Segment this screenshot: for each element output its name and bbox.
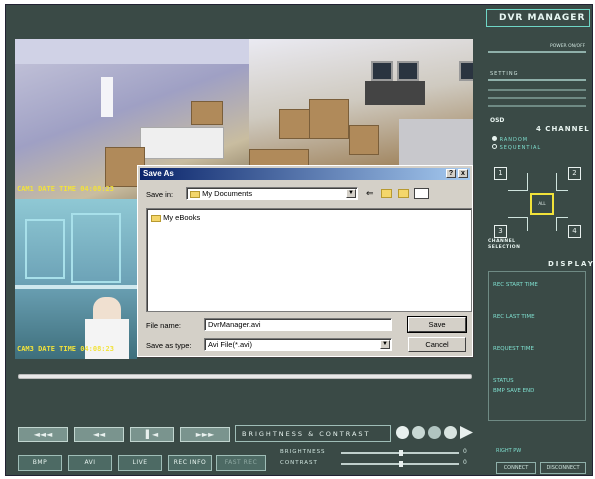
color-icon[interactable] bbox=[444, 426, 457, 439]
fast-rec-button[interactable]: FAST REC bbox=[216, 455, 266, 471]
help-button[interactable]: ? bbox=[446, 169, 456, 178]
dialog-titlebar[interactable]: Save As ? x bbox=[140, 168, 470, 180]
back-arrow-icon[interactable]: ⇐ bbox=[366, 188, 374, 199]
file-name-input[interactable]: DvrManager.avi bbox=[204, 318, 392, 331]
status-value: BMP SAVE END bbox=[493, 388, 535, 394]
playback-seek-bar[interactable] bbox=[18, 374, 472, 379]
save-button[interactable]: Save bbox=[407, 316, 467, 333]
dvr-manager-window: CAM1 DATE TIME 04:08:23 CAM3 DATE TIME 0… bbox=[5, 4, 593, 476]
save-as-type-select[interactable]: Avi File(*.avi) ▼ bbox=[204, 338, 392, 351]
right-panel: DVR MANAGER POWER ON/OFF SETTING OSD 4 C… bbox=[482, 5, 594, 477]
view-menu-icon[interactable] bbox=[414, 188, 429, 199]
save-as-type-value: Avi File(*.avi) bbox=[208, 340, 253, 349]
contrast-label: CONTRAST bbox=[280, 460, 318, 466]
display-title: DISPLAY bbox=[548, 260, 595, 268]
radio-dot-icon bbox=[492, 136, 497, 141]
up-folder-icon[interactable] bbox=[381, 189, 392, 198]
reset-icon[interactable] bbox=[460, 426, 473, 439]
chevron-down-icon[interactable]: ▼ bbox=[346, 189, 356, 198]
camera-3-timestamp: CAM3 DATE TIME 04:08:23 bbox=[17, 345, 114, 353]
app-title-box: DVR MANAGER bbox=[486, 9, 590, 27]
osd-line-2 bbox=[488, 97, 586, 99]
contrast-value: 0 bbox=[463, 459, 467, 466]
disconnect-button[interactable]: DISCONNECT bbox=[540, 462, 586, 474]
cancel-button[interactable]: Cancel bbox=[408, 337, 466, 352]
folder-item-label: My eBooks bbox=[163, 213, 201, 222]
connect-button[interactable]: CONNECT bbox=[496, 462, 536, 474]
dialog-title: Save As bbox=[143, 169, 174, 178]
channel-4-button[interactable]: 4 bbox=[568, 225, 581, 238]
rec-last-time-label: REC LAST TIME bbox=[493, 314, 535, 320]
power-label: POWER ON/OFF bbox=[550, 44, 586, 49]
brightness-contrast-header: BRIGHTNESS & CONTRAST bbox=[235, 425, 391, 442]
contrast-slider[interactable] bbox=[341, 461, 459, 467]
chevron-down-icon[interactable]: ▼ bbox=[380, 340, 390, 349]
grid-line bbox=[508, 217, 528, 231]
setting-label: SETTING bbox=[490, 71, 519, 77]
status-label: STATUS bbox=[493, 378, 514, 384]
save-in-value: My Documents bbox=[202, 189, 253, 198]
save-in-label: Save in: bbox=[146, 190, 174, 199]
save-as-dialog: Save As ? x Save in: My Documents ▼ ⇐ My… bbox=[137, 165, 473, 357]
contrast-knob[interactable] bbox=[399, 461, 403, 467]
radio-sequential-label: SEQUENTIAL bbox=[499, 145, 542, 151]
brightness-label: BRIGHTNESS bbox=[280, 449, 326, 455]
osd-line-1 bbox=[488, 89, 586, 91]
channel-all-button[interactable]: ALL bbox=[530, 193, 554, 215]
step-back-button[interactable]: ▌◄ bbox=[130, 427, 174, 442]
osd-line-3 bbox=[488, 105, 586, 107]
right-pw-label: RIGHT PW bbox=[496, 448, 522, 454]
avi-button[interactable]: AVI bbox=[68, 455, 112, 471]
channel-title: 4 CHANNEL bbox=[536, 125, 590, 133]
channel-1-button[interactable]: 1 bbox=[494, 167, 507, 180]
osd-label: OSD bbox=[490, 117, 505, 124]
save-as-type-label: Save as type: bbox=[146, 341, 192, 350]
brightness-value: 0 bbox=[463, 448, 467, 455]
power-toggle[interactable] bbox=[488, 51, 586, 53]
file-name-label: File name: bbox=[146, 321, 182, 330]
grid-line bbox=[556, 217, 568, 231]
close-button[interactable]: x bbox=[458, 169, 468, 178]
folder-icon bbox=[190, 190, 200, 198]
rec-start-time-label: REC START TIME bbox=[493, 282, 538, 288]
radio-sequential[interactable]: SEQUENTIAL bbox=[492, 144, 541, 151]
radio-random-label: RANDOM bbox=[499, 137, 529, 143]
channel-2-button[interactable]: 2 bbox=[568, 167, 581, 180]
brightness-knob[interactable] bbox=[399, 450, 403, 456]
new-folder-icon[interactable] bbox=[398, 189, 409, 198]
sun-icon[interactable] bbox=[396, 426, 409, 439]
display-info-panel: REC START TIME REC LAST TIME REQUEST TIM… bbox=[488, 271, 586, 421]
file-list[interactable]: My eBooks bbox=[146, 208, 472, 312]
folder-icon bbox=[151, 214, 161, 222]
setting-toggle[interactable] bbox=[488, 79, 586, 81]
brightness-slider[interactable] bbox=[341, 450, 459, 456]
grid-line bbox=[556, 173, 568, 191]
radio-random[interactable]: RANDOM bbox=[492, 136, 528, 143]
bmp-button[interactable]: BMP bbox=[18, 455, 62, 471]
rec-info-button[interactable]: REC INFO bbox=[168, 455, 212, 471]
app-title: DVR MANAGER bbox=[499, 13, 586, 23]
grid-line bbox=[508, 173, 528, 191]
channel-selection-label: CHANNEL SELECTION bbox=[488, 239, 521, 250]
rewind-button[interactable]: ◄◄ bbox=[74, 427, 124, 442]
fast-forward-button[interactable]: ►►► bbox=[180, 427, 230, 442]
rewind-fast-button[interactable]: ◄◄◄ bbox=[18, 427, 68, 442]
live-button[interactable]: LIVE bbox=[118, 455, 162, 471]
save-in-select[interactable]: My Documents ▼ bbox=[186, 187, 358, 200]
channel-3-button[interactable]: 3 bbox=[494, 225, 507, 238]
brightness-icon[interactable] bbox=[412, 426, 425, 439]
list-item[interactable]: My eBooks bbox=[151, 213, 200, 222]
request-time-label: REQUEST TIME bbox=[493, 346, 534, 352]
camera-view-3[interactable]: CAM3 DATE TIME 04:08:23 bbox=[15, 199, 137, 359]
camera-1-timestamp: CAM1 DATE TIME 04:08:23 bbox=[17, 185, 114, 193]
contrast-icon[interactable] bbox=[428, 426, 441, 439]
brightness-contrast-title: BRIGHTNESS & CONTRAST bbox=[242, 430, 371, 438]
image-adjust-icons bbox=[396, 426, 473, 439]
radio-dot-icon bbox=[492, 144, 497, 149]
